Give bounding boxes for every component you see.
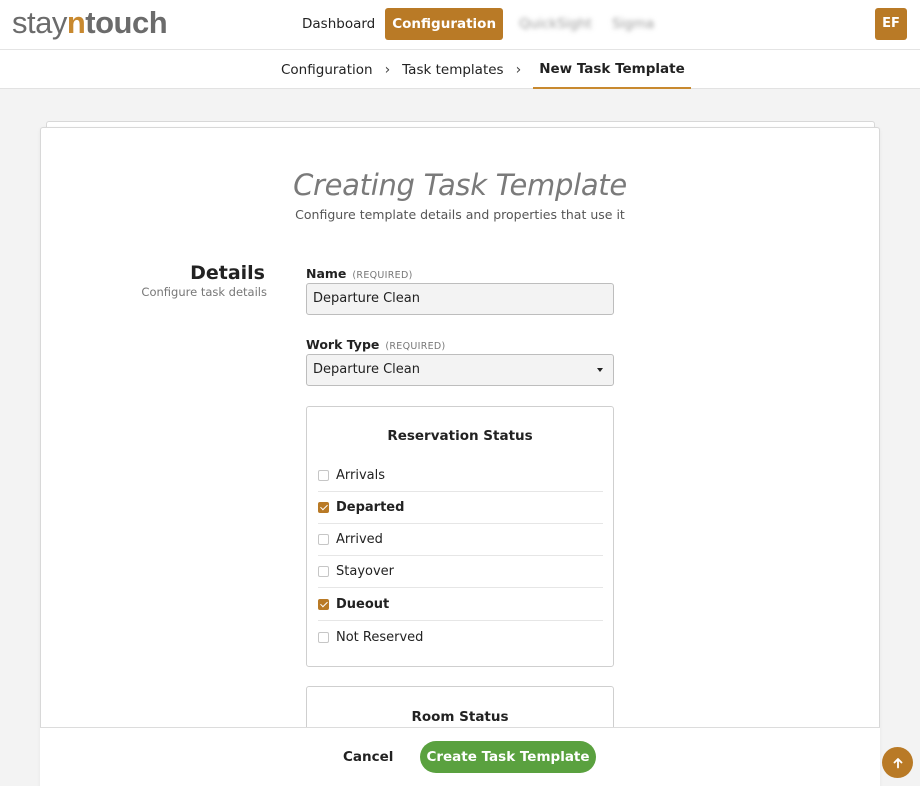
work-type-required-hint: (REQUIRED) xyxy=(385,341,446,352)
details-section-title: Details xyxy=(190,262,265,284)
logo-text-touch: touch xyxy=(85,5,168,40)
reservation-status-title: Reservation Status xyxy=(387,428,533,444)
work-type-label-text: Work Type xyxy=(306,337,380,352)
option-label: Not Reserved xyxy=(336,629,424,645)
breadcrumb-task-templates[interactable]: Task templates xyxy=(402,62,503,78)
option-label: Stayover xyxy=(336,564,394,579)
option-label: Arrivals xyxy=(336,468,386,483)
stayntouch-logo[interactable]: stayntouch xyxy=(12,5,168,40)
cancel-button[interactable]: Cancel xyxy=(343,747,393,767)
arrow-up-icon xyxy=(893,757,902,768)
create-task-template-button[interactable]: Create Task Template xyxy=(420,741,596,773)
page-subtitle: Configure template details and propertie… xyxy=(295,207,625,222)
scroll-to-top-button[interactable] xyxy=(882,747,913,778)
name-input[interactable]: Departure Clean xyxy=(306,283,614,315)
logo-text-n: n xyxy=(66,5,86,40)
nav-dashboard[interactable]: Dashboard xyxy=(292,8,385,40)
breadcrumb: Configuration › Task templates › New Tas… xyxy=(281,50,691,89)
name-required-hint: (REQUIRED) xyxy=(352,270,413,281)
name-label-text: Name xyxy=(306,266,347,281)
reservation-option-stayover[interactable]: Stayover xyxy=(318,556,603,588)
reservation-option-not-reserved[interactable]: Not Reserved xyxy=(318,621,603,653)
logo-text-stay: stay xyxy=(12,5,67,40)
breadcrumb-bar: Configuration › Task templates › New Tas… xyxy=(0,50,920,89)
checkbox-icon[interactable] xyxy=(318,566,329,577)
nav-configuration[interactable]: Configuration xyxy=(385,8,504,40)
option-label: Arrived xyxy=(336,532,383,547)
top-navigation-bar: stayntouch Dashboard Configuration Quick… xyxy=(0,0,920,50)
reservation-option-arrived[interactable]: Arrived xyxy=(318,524,603,556)
breadcrumb-configuration[interactable]: Configuration xyxy=(281,62,373,78)
checkbox-icon[interactable] xyxy=(318,534,329,545)
user-avatar[interactable]: EF xyxy=(875,8,907,40)
name-label: Name (REQUIRED) xyxy=(306,266,413,281)
checkbox-icon[interactable] xyxy=(318,631,329,643)
reservation-option-arrivals[interactable]: Arrivals xyxy=(318,460,603,492)
breadcrumb-new-task-template: New Task Template xyxy=(533,50,691,89)
work-type-label: Work Type (REQUIRED) xyxy=(306,337,446,352)
nav-quicksight[interactable]: QuickSight xyxy=(509,8,602,40)
checkbox-checked-icon[interactable] xyxy=(318,599,329,610)
option-label: Departed xyxy=(336,500,405,515)
breadcrumb-separator: › xyxy=(384,61,391,78)
checkbox-checked-icon[interactable] xyxy=(318,502,329,513)
nav-sigma[interactable]: Sigma xyxy=(602,8,664,40)
option-label: Dueout xyxy=(336,597,390,612)
work-type-value: Departure Clean xyxy=(313,362,420,377)
reservation-option-departed[interactable]: Departed xyxy=(318,492,603,524)
details-section-subtitle: Configure task details xyxy=(141,285,267,299)
reservation-option-dueout[interactable]: Dueout xyxy=(318,589,603,621)
work-type-select[interactable]: Departure Clean xyxy=(306,354,614,386)
page-title: Creating Task Template xyxy=(293,168,627,202)
checkbox-icon[interactable] xyxy=(318,470,329,481)
caret-down-icon xyxy=(597,368,603,372)
reservation-status-box: Reservation Status Arrivals Departed Arr… xyxy=(306,406,614,667)
room-status-title: Room Status xyxy=(411,709,509,725)
main-nav: Dashboard Configuration QuickSight Sigma xyxy=(292,8,664,40)
breadcrumb-separator: › xyxy=(515,61,522,78)
